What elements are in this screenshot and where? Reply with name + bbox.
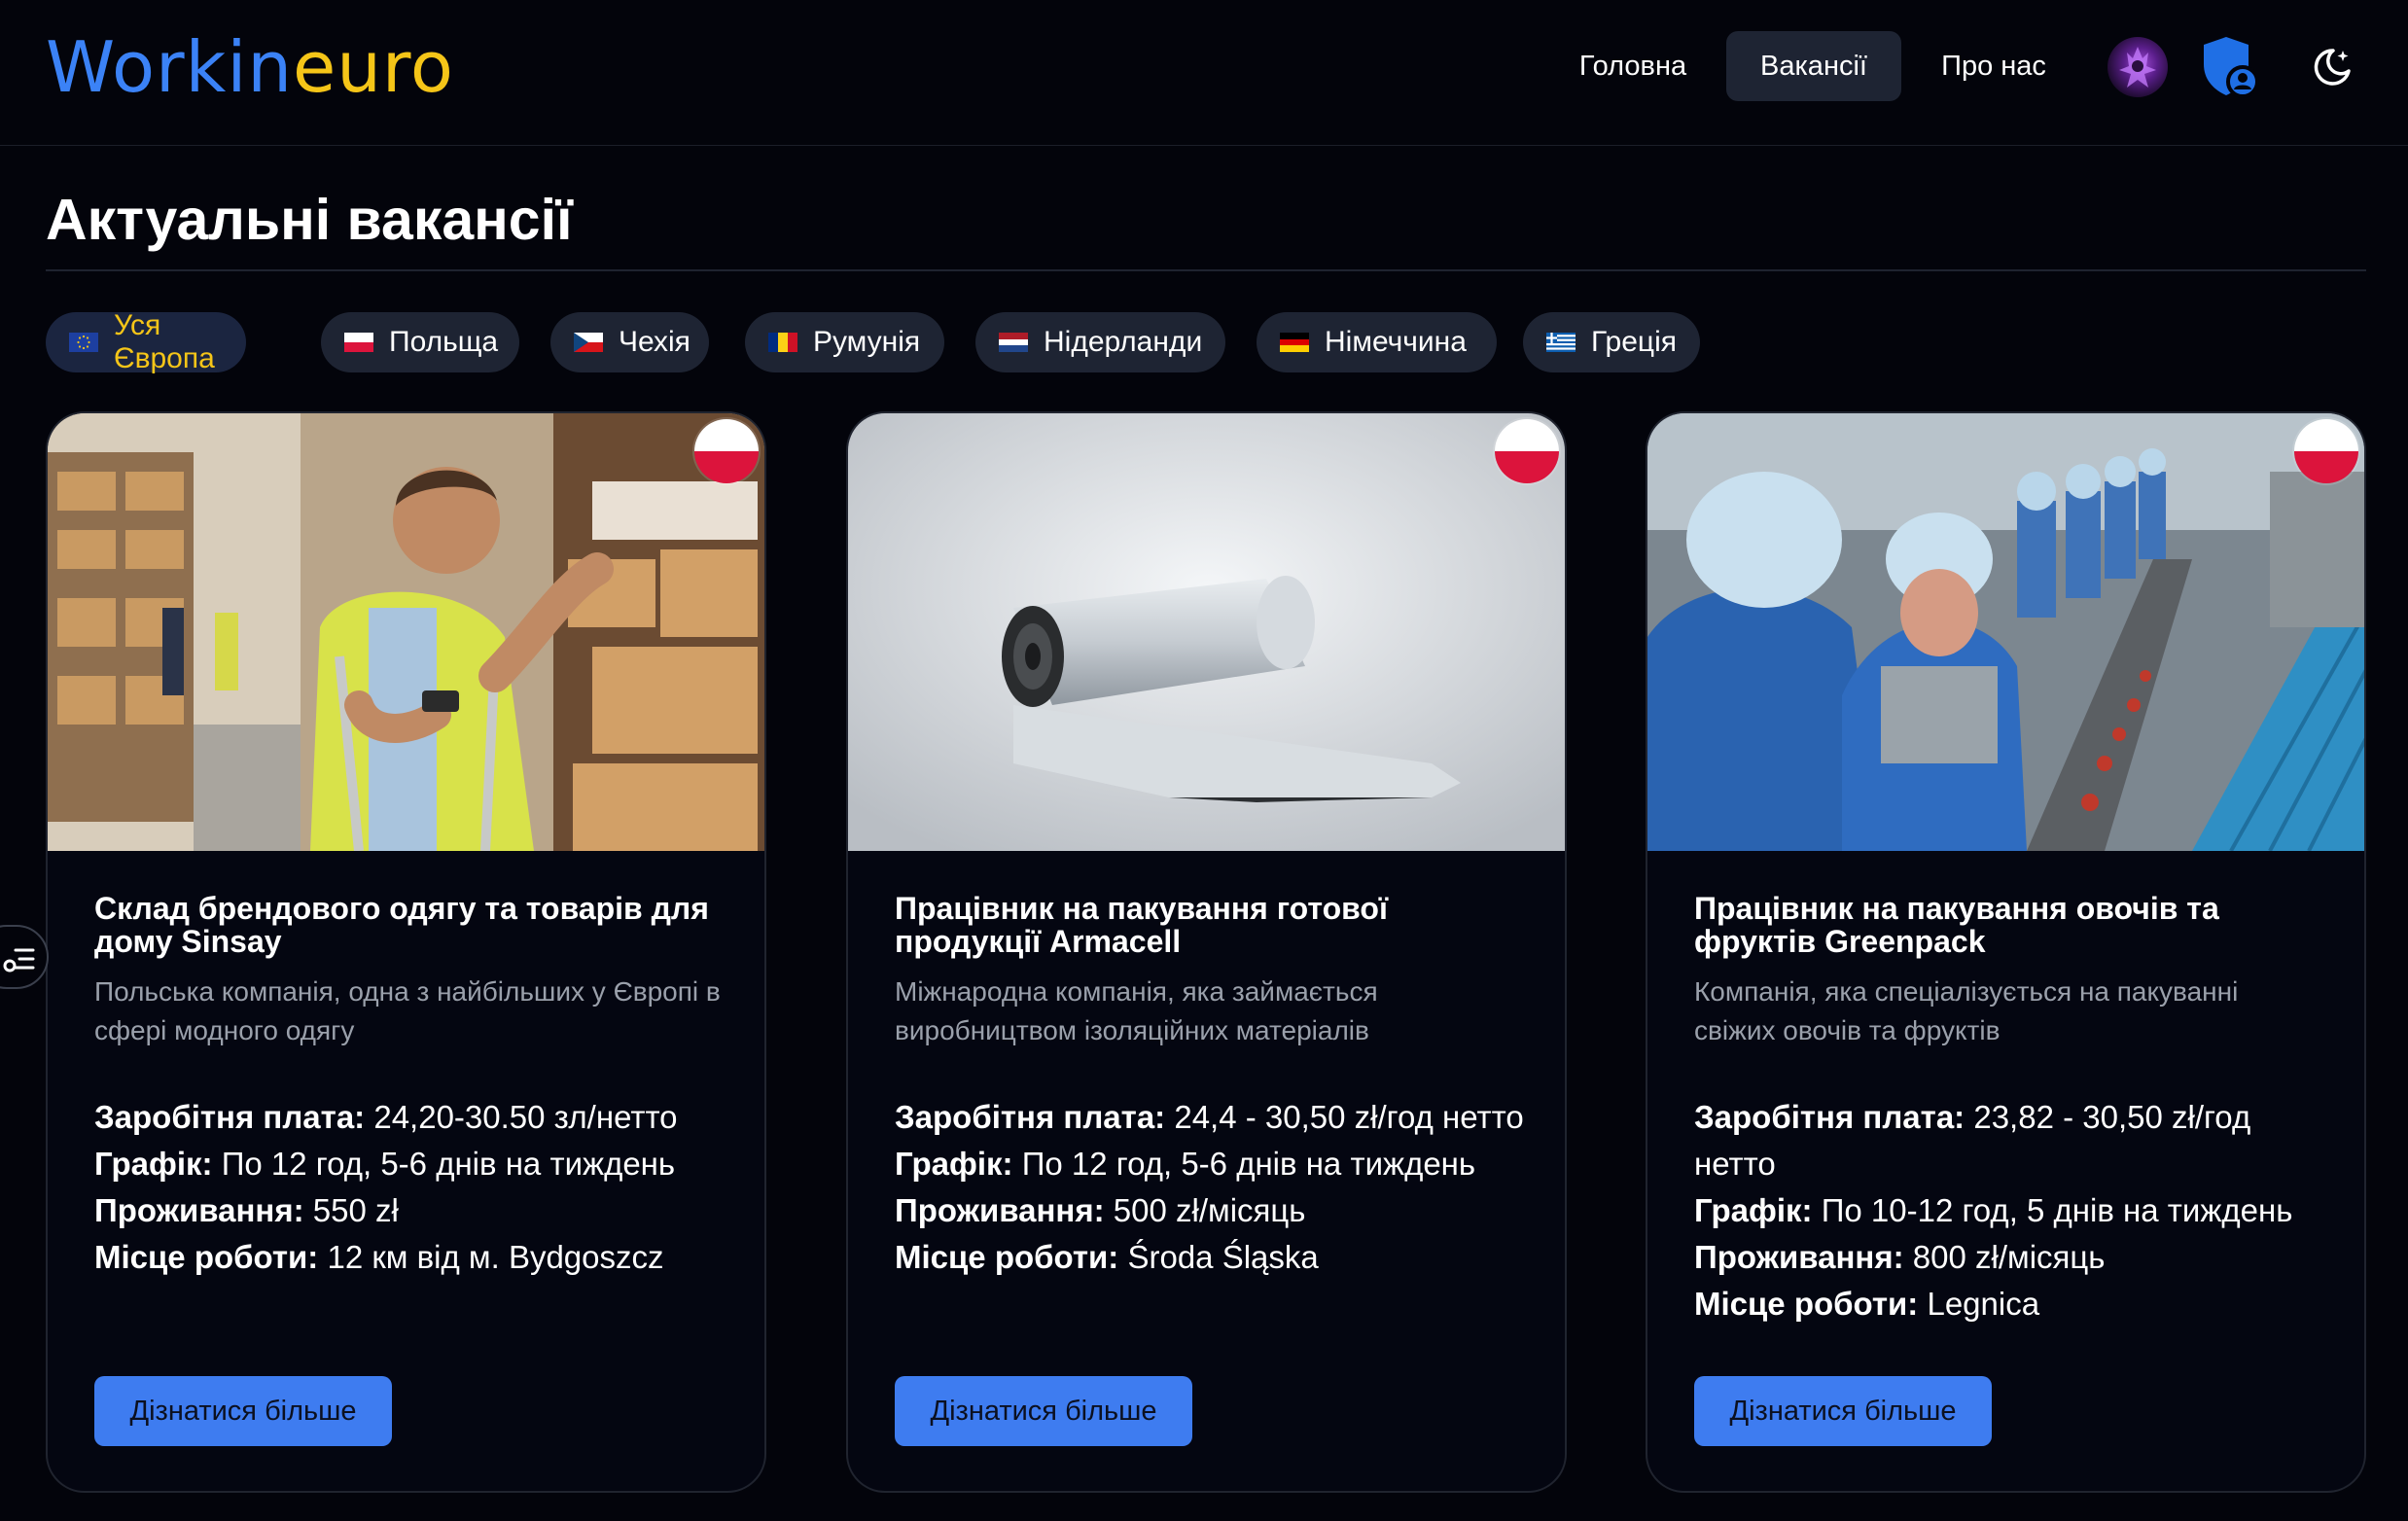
job-title: Склад брендового одягу та товарів для до…: [94, 891, 709, 959]
salary-value: 24,20-30.50 зл/нетто: [373, 1099, 678, 1135]
avatar[interactable]: [2107, 37, 2168, 97]
location-row: Місце роботи: Legnica: [1694, 1281, 2336, 1327]
housing-value: 800 zł/місяць: [1912, 1239, 2106, 1275]
learn-more-button[interactable]: Дізнатися більше: [895, 1376, 1192, 1446]
logo-text-euro: euro: [292, 26, 454, 108]
filter-poland[interactable]: Польща: [321, 312, 519, 372]
filter-czechia[interactable]: Чехія: [550, 312, 709, 372]
schedule-row: Графік: По 12 год, 5-6 днів на тиждень: [94, 1141, 736, 1187]
nav-home[interactable]: Головна: [1559, 31, 1707, 101]
housing-value: 550 zł: [312, 1192, 399, 1228]
location-label: Місце роботи:: [94, 1239, 319, 1275]
nav-vacancies[interactable]: Вакансії: [1726, 31, 1901, 101]
schedule-value: По 12 год, 5-6 днів на тиждень: [1021, 1146, 1476, 1182]
learn-more-button[interactable]: Дізнатися більше: [94, 1376, 392, 1446]
poland-flag-icon: [344, 333, 373, 352]
poland-flag-icon: [1495, 419, 1559, 483]
filter-label: Нідерланди: [1044, 326, 1203, 358]
job-title: Працівник на пакування овочів та фруктів…: [1694, 891, 2219, 959]
nav-about[interactable]: Про нас: [1921, 31, 2067, 101]
filter-list-icon: [3, 948, 35, 973]
filter-label: Чехія: [619, 326, 691, 358]
filter-germany[interactable]: Німеччина: [1257, 312, 1497, 372]
job-description: Польська компанія, одна з найбільших у Є…: [94, 976, 721, 1045]
salary-row: Заробітня плата: 24,4 - 30,50 zł/год нет…: [895, 1094, 1537, 1141]
title-divider: [46, 269, 2366, 271]
job-title: Працівник на пакування готової продукції…: [895, 891, 1388, 959]
job-card: Працівник на пакування овочів та фруктів…: [1646, 411, 2366, 1493]
top-header: Workineuro Головна Вакансії Про нас: [0, 0, 2408, 146]
eu-flag-icon: [69, 333, 98, 352]
germany-flag-icon: [1280, 333, 1309, 352]
housing-label: Проживання:: [895, 1192, 1105, 1228]
warehouse-worker-photo: [48, 413, 764, 851]
job-card: Склад брендового одягу та товарів для до…: [46, 411, 766, 1493]
logo[interactable]: Workineuro: [46, 23, 454, 111]
czechia-flag-icon: [574, 333, 603, 352]
schedule-label: Графік:: [94, 1146, 213, 1182]
insulation-roll-photo: [848, 413, 1565, 851]
filter-all-europe[interactable]: Уся Європа: [46, 309, 246, 374]
shield-user-icon[interactable]: [2200, 35, 2260, 99]
salary-value: 24,4 - 30,50 zł/год нетто: [1174, 1099, 1524, 1135]
schedule-label: Графік:: [895, 1146, 1013, 1182]
housing-label: Проживання:: [94, 1192, 304, 1228]
schedule-label: Графік:: [1694, 1192, 1813, 1228]
housing-label: Проживання:: [1694, 1239, 1904, 1275]
location-label: Місце роботи:: [895, 1239, 1119, 1275]
housing-row: Проживання: 500 zł/місяць: [895, 1187, 1537, 1234]
avatar-figure-icon: [2119, 47, 2156, 88]
salary-label: Заробітня плата:: [895, 1099, 1166, 1135]
salary-row: Заробітня плата: 24,20-30.50 зл/нетто: [94, 1094, 736, 1141]
filter-label: Польща: [389, 326, 499, 358]
learn-more-button[interactable]: Дізнатися більше: [1694, 1376, 1992, 1446]
schedule-value: По 12 год, 5-6 днів на тиждень: [221, 1146, 676, 1182]
filter-romania[interactable]: Румунія: [745, 312, 944, 372]
salary-label: Заробітня плата:: [94, 1099, 366, 1135]
filter-label: Румунія: [813, 326, 921, 358]
location-value: Środa Śląska: [1127, 1239, 1319, 1275]
job-details: Заробітня плата: 24,20-30.50 зл/нетто Гр…: [94, 1094, 736, 1281]
housing-row: Проживання: 550 zł: [94, 1187, 736, 1234]
side-panel-toggle[interactable]: [0, 925, 49, 989]
salary-row: Заробітня плата: 23,82 - 30,50 zł/год не…: [1694, 1094, 2336, 1187]
filter-label: Уся Європа: [114, 309, 215, 374]
location-row: Місце роботи: 12 км від м. Bydgoszcz: [94, 1234, 736, 1281]
greece-flag-icon: [1546, 333, 1576, 352]
job-description: Міжнародна компанія, яка займається виро…: [895, 976, 1378, 1045]
romania-flag-icon: [768, 333, 797, 352]
schedule-value: По 10-12 год, 5 днів на тиждень: [1821, 1192, 2293, 1228]
job-details: Заробітня плата: 23,82 - 30,50 zł/год не…: [1694, 1094, 2336, 1327]
schedule-row: Графік: По 12 год, 5-6 днів на тиждень: [895, 1141, 1537, 1187]
netherlands-flag-icon: [999, 333, 1028, 352]
salary-label: Заробітня плата:: [1694, 1099, 1965, 1135]
filter-greece[interactable]: Греція: [1523, 312, 1700, 372]
food-packing-line-photo: [1647, 413, 2364, 851]
poland-flag-icon: [2294, 419, 2358, 483]
filter-netherlands[interactable]: Нідерланди: [975, 312, 1225, 372]
moon-icon[interactable]: [2310, 45, 2355, 89]
poland-flag-icon: [694, 419, 759, 483]
job-card: Працівник на пакування готової продукції…: [846, 411, 1567, 1493]
filter-label: Німеччина: [1325, 326, 1467, 358]
location-value: Legnica: [1927, 1286, 2040, 1322]
page-title: Актуальні вакансії: [46, 188, 573, 252]
housing-value: 500 zł/місяць: [1113, 1192, 1306, 1228]
job-details: Заробітня плата: 24,4 - 30,50 zł/год нет…: [895, 1094, 1537, 1281]
location-value: 12 км від м. Bydgoszcz: [327, 1239, 664, 1275]
job-description: Компанія, яка спеціалізується на пакуван…: [1694, 976, 2239, 1045]
location-label: Місце роботи:: [1694, 1286, 1919, 1322]
filter-label: Греція: [1591, 326, 1678, 358]
housing-row: Проживання: 800 zł/місяць: [1694, 1234, 2336, 1281]
logo-text-workin: Workin: [46, 26, 293, 108]
location-row: Місце роботи: Środa Śląska: [895, 1234, 1537, 1281]
schedule-row: Графік: По 10-12 год, 5 днів на тиждень: [1694, 1187, 2336, 1234]
